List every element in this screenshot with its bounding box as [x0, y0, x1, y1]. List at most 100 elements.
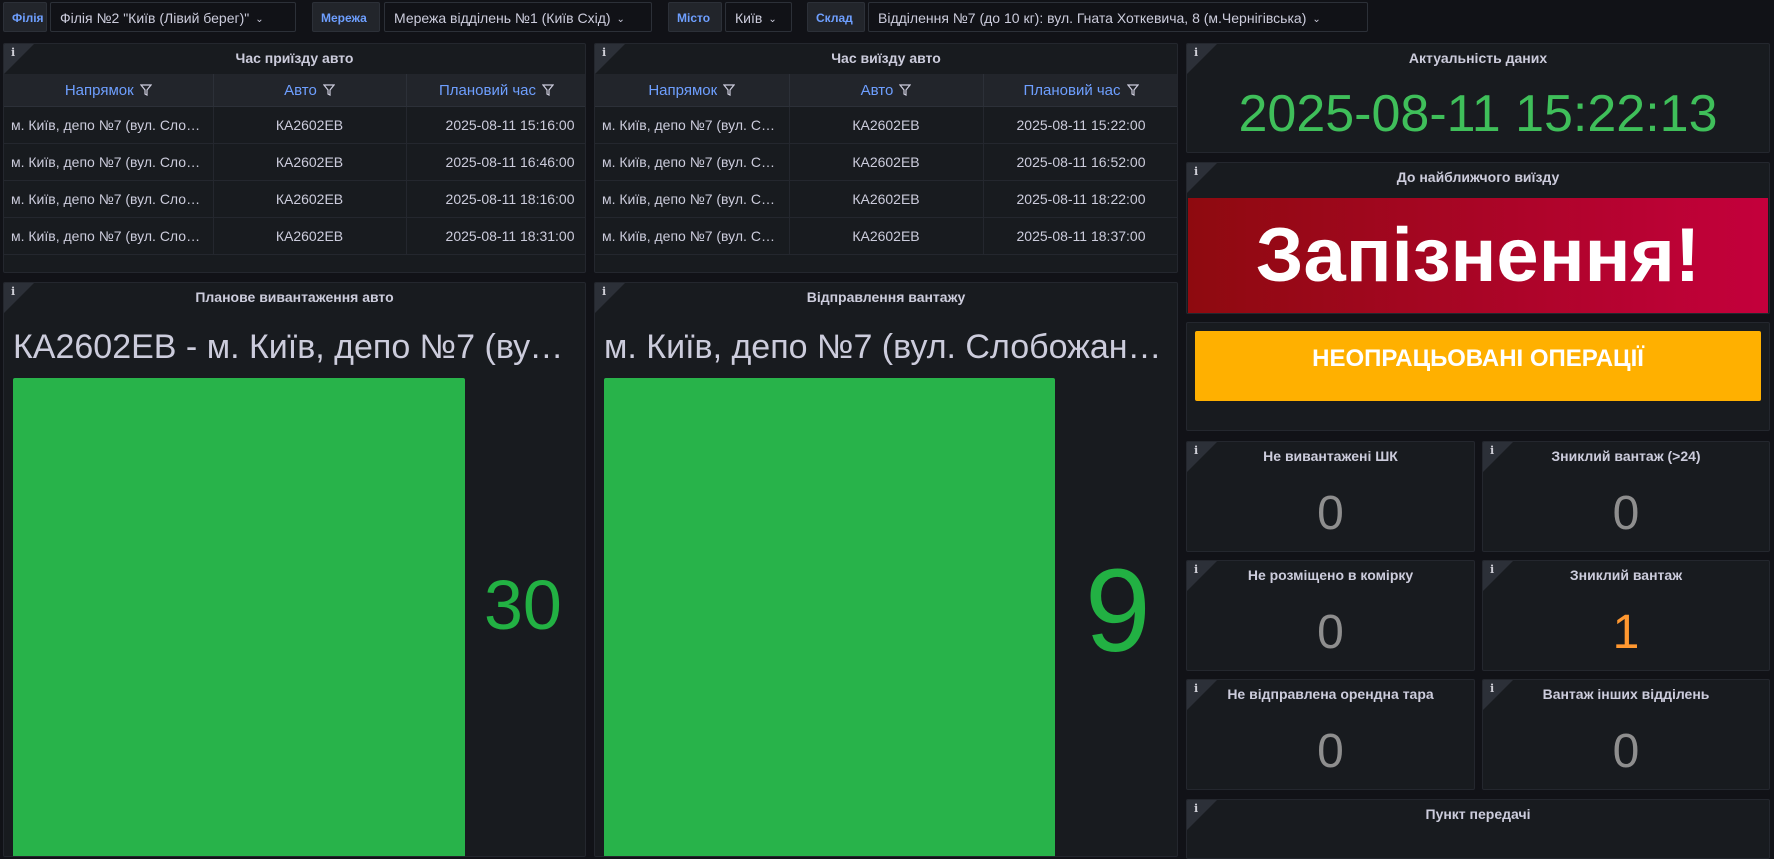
stat-value: 1 — [1612, 606, 1640, 659]
column-header-label: Напрямок — [64, 81, 134, 99]
cell-time: 2025-08-11 18:22:00 — [983, 180, 1177, 218]
panel-title: До найближчого виїзду — [1396, 169, 1560, 185]
stat-value: 0 — [1317, 725, 1344, 778]
warehouse-select-value: Відділення №7 (до 10 кг): вул. Гната Хот… — [878, 10, 1307, 26]
filter-icon[interactable] — [139, 83, 152, 96]
cell-car: КА2602ЕВ — [213, 217, 407, 255]
cell-direction: м. Київ, депо №7 (вул. Слобожанська) — [595, 180, 790, 218]
chevron-down-icon: ⌄ — [616, 14, 625, 25]
transfer-point-panel: i Пункт передачі — [1186, 799, 1770, 859]
filter-label-branch: Філія — [3, 2, 47, 32]
column-header-direction[interactable]: Напрямок — [4, 74, 214, 107]
chevron-down-icon: ⌄ — [1312, 14, 1321, 25]
panel-title: Відправлення вантажу — [806, 289, 966, 305]
filter-label-warehouse: Склад — [807, 2, 865, 32]
cell-direction: м. Київ, депо №7 (вул. Слобожанська) — [4, 180, 214, 218]
filter-label-city: Місто — [668, 2, 722, 32]
stat-panel-not-placed: i Не розміщено в комірку 0 — [1186, 560, 1475, 671]
departure-table: Напрямок Авто Плановий час м. Київ, депо… — [595, 74, 1177, 255]
cell-car: КА2602ЕВ — [789, 106, 984, 144]
column-header-label: Напрямок — [648, 81, 718, 99]
chevron-down-icon: ⌄ — [768, 14, 777, 25]
delay-banner: Запізнення! — [1188, 198, 1768, 313]
departure-panel: i Час виїзду авто Напрямок Авто Плановий… — [594, 43, 1178, 273]
filter-icon[interactable] — [899, 83, 912, 96]
stat-value: 0 — [1612, 487, 1640, 540]
table-row: м. Київ, депо №7 (вул. Слобожанська)КА26… — [4, 143, 585, 181]
column-header-planned-time[interactable]: Плановий час — [406, 74, 585, 107]
column-header-label: Авто — [284, 81, 317, 99]
cell-direction: м. Київ, депо №7 (вул. Слобожанська) — [4, 106, 214, 144]
panel-title: Не відправлена орендна тара — [1227, 686, 1434, 702]
unloading-bar — [13, 378, 465, 856]
column-header-car[interactable]: Авто — [213, 74, 407, 107]
cell-direction: м. Київ, депо №7 (вул. Слобожанська) — [4, 143, 214, 181]
arrival-table: Напрямок Авто Плановий час м. Київ, депо… — [4, 74, 585, 255]
bar-label: м. Київ, депо №7 (вул. Слобожанська) — [604, 328, 1165, 366]
panel-title: Планове вивантаження авто — [195, 289, 394, 305]
warehouse-select[interactable]: Відділення №7 (до 10 кг): вул. Гната Хот… — [868, 2, 1368, 32]
branch-select[interactable]: Філія №2 "Київ (Лівий берег)" ⌄ — [50, 2, 296, 32]
panel-title: Час приїзду авто — [235, 50, 354, 66]
chevron-down-icon: ⌄ — [255, 14, 264, 25]
city-select[interactable]: Київ ⌄ — [725, 2, 792, 32]
stat-panel-not-unloaded: i Не вивантажені ШК 0 — [1186, 441, 1475, 552]
panel-title: Час виїзду авто — [831, 50, 941, 66]
table-row: м. Київ, депо №7 (вул. Слобожанська)КА26… — [4, 180, 585, 218]
stat-value: 0 — [1317, 606, 1344, 659]
stat-value: 0 — [1317, 487, 1344, 540]
panel-title: Зниклий вантаж — [1569, 567, 1683, 583]
stat-value: 0 — [1612, 725, 1640, 778]
shipment-value: 9 — [1085, 545, 1151, 677]
stat-panel-lost-cargo-24: i Зниклий вантаж (>24) 0 — [1482, 441, 1770, 552]
cell-direction: м. Київ, депо №7 (вул. Слобожанська) — [4, 217, 214, 255]
filter-icon[interactable] — [1126, 83, 1139, 96]
column-header-planned-time[interactable]: Плановий час — [983, 74, 1177, 107]
table-row: м. Київ, депо №7 (вул. Слобожанська)КА26… — [595, 180, 1177, 218]
cell-direction: м. Київ, депо №7 (вул. Слобожанська) — [595, 143, 790, 181]
panel-title: Не розміщено в комірку — [1247, 567, 1414, 583]
cell-time: 2025-08-11 15:16:00 — [406, 106, 585, 144]
panel-title: Зниклий вантаж (>24) — [1551, 448, 1701, 464]
column-header-label: Авто — [860, 81, 894, 99]
network-select-value: Мережа відділень №1 (Київ Схід) — [394, 10, 611, 26]
filter-icon[interactable] — [723, 83, 736, 96]
column-header-label: Плановий час — [438, 81, 537, 99]
cell-car: КА2602ЕВ — [789, 180, 984, 218]
freshness-panel: i Актуальність даних 2025-08-11 15:22:13 — [1186, 43, 1770, 153]
freshness-value: 2025-08-11 15:22:13 — [1238, 85, 1718, 143]
bar-label: КА2602ЕВ - м. Київ, депо №7 (вул. Слобож… — [13, 328, 573, 366]
arrival-panel: i Час приїзду авто Напрямок Авто Планови… — [3, 43, 586, 273]
filter-label-network: Мережа — [312, 2, 380, 32]
panel-title: Пункт передачі — [1425, 806, 1531, 822]
column-header-car[interactable]: Авто — [789, 74, 984, 107]
unprocessed-label: НЕОПРАЦЬОВАНІ ОПЕРАЦІЇ — [1312, 345, 1644, 372]
cell-car: КА2602ЕВ — [789, 217, 984, 255]
city-select-value: Київ — [735, 10, 763, 26]
stat-panel-other-branches: i Вантаж інших відділень 0 — [1482, 679, 1770, 790]
unloading-value: 30 — [484, 566, 562, 644]
stat-panel-rental-container: i Не відправлена орендна тара 0 — [1186, 679, 1475, 790]
unprocessed-button[interactable]: НЕОПРАЦЬОВАНІ ОПЕРАЦІЇ — [1195, 331, 1761, 401]
cell-time: 2025-08-11 18:37:00 — [983, 217, 1177, 255]
variables-bar: Філія Філія №2 "Київ (Лівий берег)" ⌄ Мер… — [0, 0, 1774, 38]
table-row: м. Київ, депо №7 (вул. Слобожанська)КА26… — [595, 217, 1177, 255]
cell-car: КА2602ЕВ — [213, 106, 407, 144]
column-header-direction[interactable]: Напрямок — [595, 74, 790, 107]
cell-car: КА2602ЕВ — [213, 143, 407, 181]
panel-title: Не вивантажені ШК — [1263, 448, 1398, 464]
filter-icon[interactable] — [542, 83, 555, 96]
cell-direction: м. Київ, депо №7 (вул. Слобожанська) — [595, 106, 790, 144]
table-row: м. Київ, депо №7 (вул. Слобожанська)КА26… — [4, 217, 585, 255]
delay-value: Запізнення! — [1255, 213, 1701, 298]
shipment-bar — [604, 378, 1055, 856]
stat-panel-lost-cargo: i Зниклий вантаж 1 — [1482, 560, 1770, 671]
table-row: м. Київ, депо №7 (вул. Слобожанська)КА26… — [595, 106, 1177, 144]
cell-direction: м. Київ, депо №7 (вул. Слобожанська) — [595, 217, 790, 255]
network-select[interactable]: Мережа відділень №1 (Київ Схід) ⌄ — [384, 2, 652, 32]
cell-car: КА2602ЕВ — [213, 180, 407, 218]
filter-icon[interactable] — [322, 83, 335, 96]
column-header-label: Плановий час — [1023, 81, 1121, 99]
cell-car: КА2602ЕВ — [789, 143, 984, 181]
cell-time: 2025-08-11 16:52:00 — [983, 143, 1177, 181]
